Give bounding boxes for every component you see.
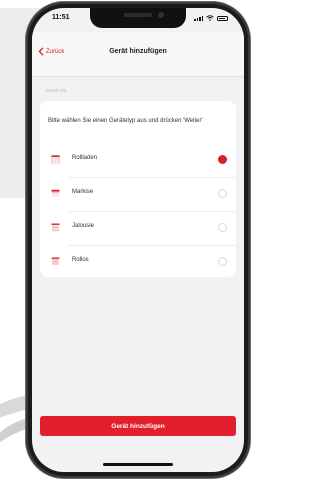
cellular-signal-icon [194,16,203,21]
battery-icon [217,16,228,21]
radio-unselected-icon[interactable] [218,257,227,266]
status-time: 11:51 [52,14,70,21]
step-indicator: Schritt 2/3 [46,88,67,93]
device-type-list: Rollladen Markise Jalousie Rollos [40,144,236,280]
home-indicator[interactable] [103,463,173,466]
jalousie-icon [51,223,60,232]
device-option-rollos[interactable]: Rollos [40,246,236,280]
device-option-markise[interactable]: Markise [40,178,236,212]
radio-selected-icon[interactable] [218,155,227,164]
radio-unselected-icon[interactable] [218,223,227,232]
device-option-label: Rollladen [72,155,98,161]
device-option-label: Rollos [72,257,89,263]
phone-frame: 11:51 Zurück Gerät hinzufügen Schritt 2/… [26,2,250,478]
rollos-icon [51,257,60,265]
device-type-card: Bitte wählen Sie einen Gerätetyp aus und… [40,101,236,277]
add-device-button[interactable]: Gerät hinzufügen [40,416,236,436]
rollladen-icon [51,155,60,164]
device-option-label: Markise [72,189,94,195]
phone-screen: 11:51 Zurück Gerät hinzufügen Schritt 2/… [32,8,244,472]
device-option-rollladen[interactable]: Rollladen [40,144,236,178]
instruction-text: Bitte wählen Sie einen Gerätetyp aus und… [48,118,203,124]
radio-unselected-icon[interactable] [218,189,227,198]
device-notch [90,8,186,28]
navigation-bar: Zurück Gerät hinzufügen [32,32,244,77]
status-icons [194,15,228,21]
wifi-icon [206,15,214,21]
device-option-jalousie[interactable]: Jalousie [40,212,236,246]
device-option-label: Jalousie [72,223,95,229]
markise-icon [51,189,60,197]
page-title: Gerät hinzufügen [109,48,167,55]
